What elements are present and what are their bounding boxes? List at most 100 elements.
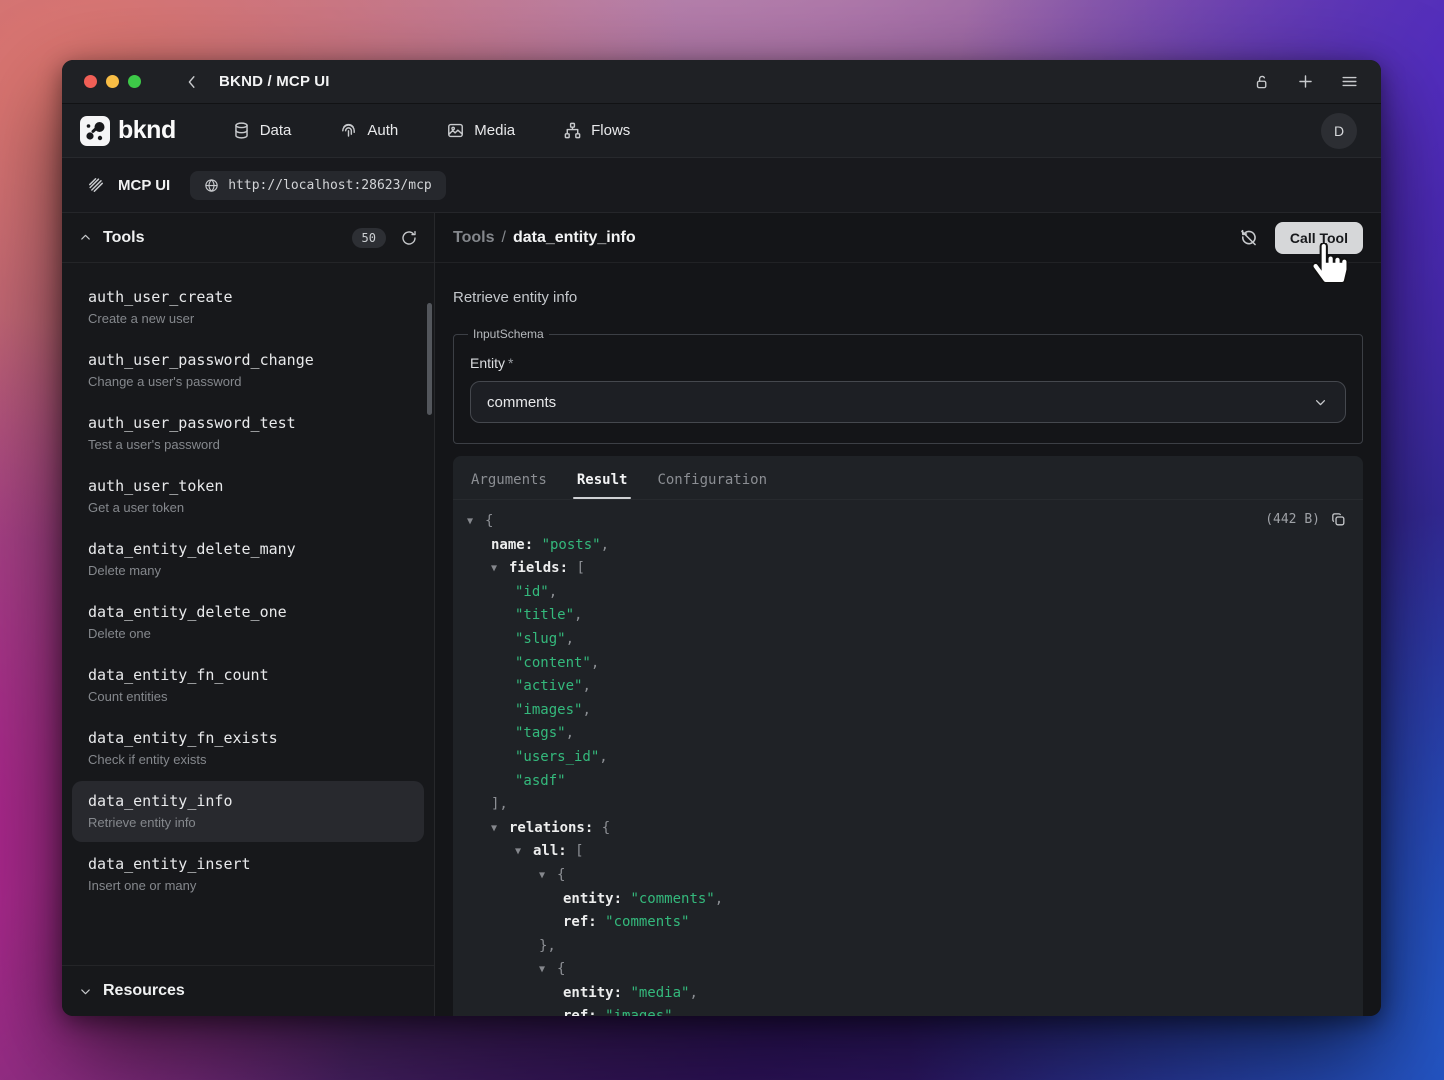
menu-icon[interactable]	[1340, 72, 1359, 91]
nav-item-auth[interactable]: Auth	[339, 121, 398, 140]
json-line: "id",	[467, 581, 1343, 605]
mcp-subheader: MCP UI http://localhost:28623/mcp	[62, 158, 1381, 213]
mcp-url-pill[interactable]: http://localhost:28623/mcp	[190, 171, 446, 200]
json-line: ],	[467, 793, 1343, 817]
json-line: },	[467, 935, 1343, 959]
tool-list-item-data_entity_fn_count[interactable]: data_entity_fn_countCount entities	[72, 655, 424, 716]
collapse-arrow-icon[interactable]: ▼	[491, 817, 509, 841]
refresh-tools-button[interactable]	[400, 229, 418, 247]
brand-logo[interactable]: bknd	[80, 116, 176, 146]
entity-select-value: comments	[487, 394, 556, 411]
breadcrumb-separator: /	[501, 229, 505, 247]
layers-icon	[86, 175, 106, 195]
tool-detail-header: Tools / data_entity_info Call Tool	[435, 213, 1381, 263]
new-tab-icon[interactable]	[1296, 72, 1315, 91]
avatar-initial: D	[1334, 123, 1344, 139]
json-line: entity: "comments",	[467, 888, 1343, 912]
minimize-window-button[interactable]	[106, 75, 119, 88]
json-line: ref: "comments"	[467, 911, 1343, 935]
tool-description: Delete many	[88, 563, 414, 578]
copy-icon[interactable]	[1330, 511, 1347, 528]
tool-list-item-data_entity_insert[interactable]: data_entity_insert Insert one or many	[72, 844, 424, 905]
tool-list-item-auth_user_password_change[interactable]: auth_user_password_changeChange a user's…	[72, 340, 424, 401]
json-line: "images",	[467, 699, 1343, 723]
tool-name: auth_user_password_test	[88, 414, 414, 432]
tool-detail-panel: Tools / data_entity_info Call Tool Retri…	[435, 213, 1381, 1016]
tool-description: Get a user token	[88, 500, 414, 515]
brand-name: bknd	[118, 116, 176, 145]
tool-list-item-data_entity_fn_exists[interactable]: data_entity_fn_existsCheck if entity exi…	[72, 718, 424, 779]
tool-description: Insert one or many	[88, 878, 414, 893]
tab-configuration[interactable]: Configuration	[657, 472, 767, 499]
titlebar: BKND / MCP UI	[62, 60, 1381, 104]
back-button[interactable]	[183, 73, 201, 91]
bknd-logo-icon	[80, 116, 110, 146]
tool-name: data_entity_insert	[88, 855, 414, 873]
result-tabbar: Arguments Result Configuration	[453, 456, 1363, 500]
json-line[interactable]: ▼relations: {	[467, 817, 1343, 841]
window-title: BKND / MCP UI	[219, 73, 330, 90]
result-panel: Arguments Result Configuration (442 B) ▼{n…	[453, 456, 1363, 1016]
flow-icon	[563, 121, 582, 140]
lock-icon[interactable]	[1253, 73, 1271, 91]
collapse-arrow-icon[interactable]: ▼	[515, 840, 533, 864]
json-line[interactable]: ▼{	[467, 958, 1343, 982]
collapse-arrow-icon[interactable]: ▼	[491, 557, 509, 581]
tool-description: Create a new user	[88, 311, 414, 326]
json-line: "active",	[467, 675, 1343, 699]
tab-arguments[interactable]: Arguments	[471, 472, 547, 499]
nav-item-label: Flows	[591, 122, 630, 139]
chevron-left-icon	[183, 73, 201, 91]
user-avatar[interactable]: D	[1321, 113, 1357, 149]
tool-list-item-data_entity_delete_many[interactable]: data_entity_delete_manyDelete many	[72, 529, 424, 590]
collapse-arrow-icon[interactable]: ▼	[467, 510, 485, 534]
input-schema-fieldset: InputSchema Entity* comments	[453, 327, 1363, 444]
tool-description: Test a user's password	[88, 437, 414, 452]
fingerprint-icon	[339, 121, 358, 140]
collapse-arrow-icon[interactable]: ▼	[539, 864, 557, 888]
app-window: BKND / MCP UI bknd Data Auth Media Flows D	[62, 60, 1381, 1016]
tool-list-item-auth_user_token[interactable]: auth_user_token Get a user token	[72, 466, 424, 527]
json-line[interactable]: ▼{	[467, 864, 1343, 888]
tool-name: auth_user_token	[88, 477, 414, 495]
entity-field-label: Entity*	[470, 355, 1346, 371]
sidebar-scrollbar[interactable]	[427, 303, 432, 415]
tool-name: auth_user_create	[88, 288, 414, 306]
call-tool-button[interactable]: Call Tool	[1275, 222, 1363, 254]
result-size-badge: (442 B)	[1265, 512, 1320, 527]
tool-description: Retrieve entity info	[88, 815, 414, 830]
required-mark: *	[508, 355, 513, 371]
input-schema-legend: InputSchema	[468, 327, 549, 341]
history-off-icon[interactable]	[1238, 227, 1259, 248]
app-navbar: bknd Data Auth Media Flows D	[62, 104, 1381, 158]
breadcrumb-section[interactable]: Tools	[453, 229, 494, 247]
tool-description: Delete one	[88, 626, 414, 641]
tab-result[interactable]: Result	[577, 472, 628, 499]
resources-section-header[interactable]: Resources	[62, 965, 434, 1016]
primary-nav: Data Auth Media Flows	[232, 121, 631, 140]
tools-list: auth_user_createCreate a new userauth_us…	[62, 263, 434, 965]
entity-select[interactable]: comments	[470, 381, 1346, 423]
nav-item-media[interactable]: Media	[446, 121, 515, 140]
json-line: ref: "images"	[467, 1005, 1343, 1016]
close-window-button[interactable]	[84, 75, 97, 88]
collapse-arrow-icon[interactable]: ▼	[539, 958, 557, 982]
json-line[interactable]: ▼all: [	[467, 840, 1343, 864]
tool-description-text: Retrieve entity info	[435, 263, 1381, 306]
zoom-window-button[interactable]	[128, 75, 141, 88]
tool-name: auth_user_password_change	[88, 351, 414, 369]
tool-list-item-data_entity_info[interactable]: data_entity_infoRetrieve entity info	[72, 781, 424, 842]
json-line[interactable]: ▼{	[467, 510, 1343, 534]
tool-list-item-auth_user_create[interactable]: auth_user_create Create a new user	[72, 277, 424, 338]
json-line[interactable]: ▼fields: [	[467, 557, 1343, 581]
nav-item-label: Auth	[367, 122, 398, 139]
tools-section-header[interactable]: Tools 50	[62, 213, 434, 263]
json-result-viewer: (442 B) ▼{name: "posts",▼fields: ["id","…	[453, 500, 1363, 1016]
tool-list-item-data_entity_delete_one[interactable]: data_entity_delete_oneDelete one	[72, 592, 424, 653]
nav-item-label: Media	[474, 122, 515, 139]
nav-item-data[interactable]: Data	[232, 121, 292, 140]
tool-list-item-auth_user_password_test[interactable]: auth_user_password_test Test a user's pas…	[72, 403, 424, 464]
json-line: "users_id",	[467, 746, 1343, 770]
nav-item-flows[interactable]: Flows	[563, 121, 630, 140]
tool-name: data_entity_fn_exists	[88, 729, 414, 747]
